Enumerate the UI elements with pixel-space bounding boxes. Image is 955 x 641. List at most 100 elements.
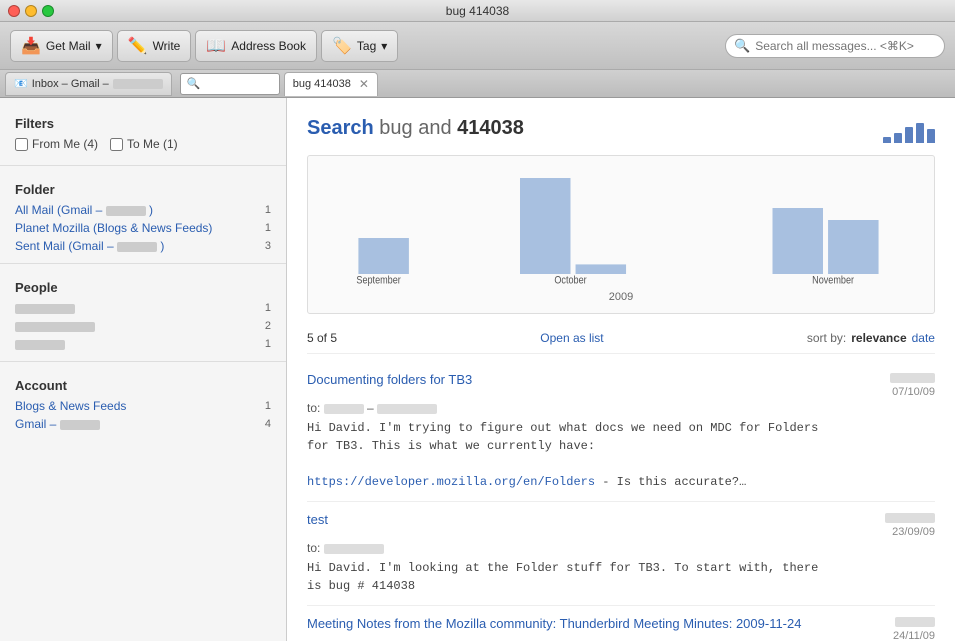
email-item-1: test 23/09/09 to: Hi David. I'm looking …: [307, 504, 935, 606]
email-subject-2[interactable]: Meeting Notes from the Mozilla community…: [307, 616, 801, 631]
minimize-button[interactable]: [25, 5, 37, 17]
email-subject-1[interactable]: test: [307, 512, 328, 527]
folder-planetmozilla-count: 1: [265, 222, 271, 234]
window-title: bug 414038: [446, 4, 509, 18]
titlebar: bug 414038: [0, 0, 955, 22]
write-button[interactable]: ✏️ Write: [117, 30, 192, 62]
bar-sep: [358, 238, 409, 274]
people-item-1[interactable]: 2: [0, 317, 286, 335]
label-nov: November: [812, 275, 854, 286]
chart-year: 2009: [318, 291, 924, 303]
chart-icon-bar-2: [894, 133, 902, 143]
email-date-2: 24/11/09: [893, 630, 935, 641]
write-icon: ✏️: [128, 36, 148, 56]
people-item-1-label: [15, 319, 95, 333]
tab-bug[interactable]: bug 414038 ✕: [284, 72, 378, 96]
email-item-2: Meeting Notes from the Mozilla community…: [307, 608, 935, 641]
sort-controls: sort by: relevance date: [807, 331, 935, 345]
search-word: Search: [307, 117, 374, 139]
email-item-0: Documenting folders for TB3 07/10/09 to:…: [307, 364, 935, 502]
tab-close-icon[interactable]: ✕: [359, 77, 369, 91]
filters-row: From Me (4) To Me (1): [0, 135, 286, 157]
search-tab-input[interactable]: 🔍: [180, 73, 280, 95]
folder-planetmozilla-label: Planet Mozilla (Blogs & News Feeds): [15, 221, 212, 235]
folder-title: Folder: [0, 174, 286, 201]
maximize-button[interactable]: [42, 5, 54, 17]
email-sender-2: [895, 616, 935, 628]
content-area: Search bug and 414038: [287, 98, 955, 641]
people-item-0-label: [15, 301, 75, 315]
folder-sentmail-count: 3: [265, 240, 271, 252]
from-me-checkbox[interactable]: [15, 138, 28, 151]
chart-icon-bar-3: [905, 127, 913, 143]
timeline-chart: September October November 2009: [307, 155, 935, 314]
email-meta-2: 24/11/09: [893, 616, 935, 641]
folder-item-planetmozilla[interactable]: Planet Mozilla (Blogs & News Feeds) 1: [0, 219, 286, 237]
email-body-1: Hi David. I'm looking at the Folder stuf…: [307, 559, 935, 595]
account-title: Account: [0, 370, 286, 397]
results-chart-icon[interactable]: [883, 113, 935, 143]
email-header-2: Meeting Notes from the Mozilla community…: [307, 616, 935, 641]
to-me-filter[interactable]: To Me (1): [110, 137, 178, 151]
chart-icon-bar-4: [916, 123, 924, 143]
get-mail-arrow[interactable]: ▾: [96, 39, 102, 53]
get-mail-label: Get Mail: [46, 39, 91, 53]
bar-nov1: [773, 208, 824, 274]
label-sep: September: [356, 275, 401, 286]
global-search[interactable]: 🔍: [725, 34, 945, 58]
tabbar: 📧 Inbox – Gmail – 🔍 bug 414038 ✕: [0, 70, 955, 98]
divider-3: [0, 361, 286, 362]
tag-arrow[interactable]: ▾: [381, 39, 387, 53]
email-body-line4-0: https://developer.mozilla.org/en/Folders…: [307, 473, 935, 491]
main-area: Filters From Me (4) To Me (1) Folder All…: [0, 98, 955, 641]
folder-allmail-count: 1: [265, 204, 271, 216]
email-to-addr-0: [377, 404, 437, 414]
tag-label: Tag: [357, 39, 376, 53]
inbox-account-blur: [113, 79, 163, 89]
from-me-filter[interactable]: From Me (4): [15, 137, 98, 151]
search-header: Search bug and 414038: [307, 113, 935, 143]
tab-search-icon: 🔍: [187, 77, 201, 90]
people-item-1-count: 2: [265, 320, 271, 332]
toolbar: 📥 Get Mail ▾ ✏️ Write 📖 Address Book 🏷️ …: [0, 22, 955, 70]
people-item-2[interactable]: 1: [0, 335, 286, 353]
close-button[interactable]: [8, 5, 20, 17]
tag-button[interactable]: 🏷️ Tag ▾: [321, 30, 398, 62]
account-item-blogs[interactable]: Blogs & News Feeds 1: [0, 397, 286, 415]
open-as-list[interactable]: Open as list: [540, 331, 603, 345]
to-me-checkbox[interactable]: [110, 138, 123, 151]
search-and: and: [418, 117, 451, 139]
email-body-line2-0: for TB3. This is what we currently have:: [307, 437, 935, 455]
bar-nov2: [828, 220, 879, 274]
email-header-0: Documenting folders for TB3 07/10/09: [307, 372, 935, 398]
folder-item-sentmail[interactable]: Sent Mail (Gmail – ) 3: [0, 237, 286, 255]
tag-icon: 🏷️: [332, 36, 352, 56]
account-item-gmail[interactable]: Gmail – 4: [0, 415, 286, 433]
chart-icon-bar-5: [927, 129, 935, 143]
sort-date-button[interactable]: date: [912, 331, 935, 345]
people-title: People: [0, 272, 286, 299]
account-gmail-count: 4: [265, 418, 271, 430]
folder-allmail-label: All Mail (Gmail – ): [15, 203, 153, 217]
account-blogs-count: 1: [265, 400, 271, 412]
email-to-label-1: to:: [307, 541, 320, 555]
email-meta-0: 07/10/09: [890, 372, 935, 398]
folder-item-allmail[interactable]: All Mail (Gmail – ) 1: [0, 201, 286, 219]
sidebar: Filters From Me (4) To Me (1) Folder All…: [0, 98, 287, 641]
address-book-button[interactable]: 📖 Address Book: [195, 30, 317, 62]
email-subject-0[interactable]: Documenting folders for TB3: [307, 372, 472, 387]
sort-by-label: sort by:: [807, 331, 846, 345]
to-me-label: To Me (1): [127, 137, 178, 151]
tab-inbox[interactable]: 📧 Inbox – Gmail –: [5, 72, 172, 96]
sort-relevance-button[interactable]: relevance: [851, 331, 906, 345]
people-item-0[interactable]: 1: [0, 299, 286, 317]
get-mail-button[interactable]: 📥 Get Mail ▾: [10, 30, 113, 62]
search-tab-area: 🔍: [180, 73, 280, 95]
search-glass-icon: 🔍: [734, 38, 750, 54]
email-to-label-0: to:: [307, 401, 320, 415]
search-input[interactable]: [755, 39, 936, 53]
divider-1: [0, 165, 286, 166]
divider-2: [0, 263, 286, 264]
tab-inbox-label: Inbox – Gmail –: [32, 78, 109, 90]
email-date-1: 23/09/09: [892, 526, 935, 538]
